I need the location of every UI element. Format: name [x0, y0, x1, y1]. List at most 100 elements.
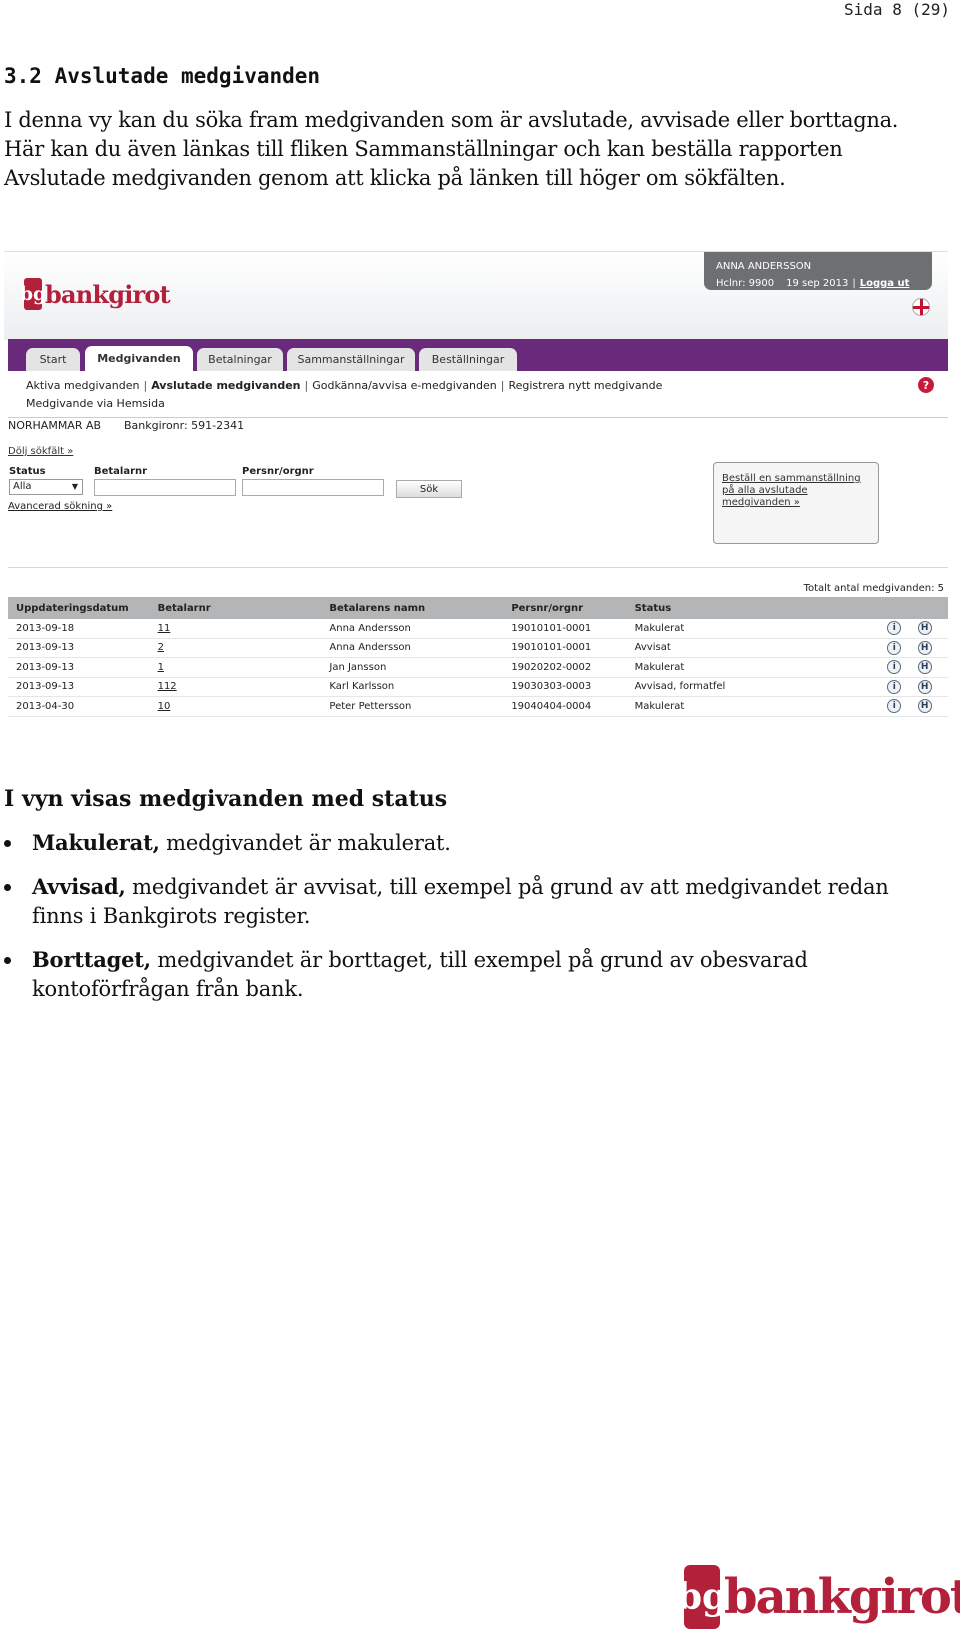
tab-medgivanden[interactable]: Medgivanden	[85, 346, 193, 371]
info-icon[interactable]: i	[887, 640, 902, 655]
history-icon[interactable]: H	[917, 621, 932, 636]
tab-start[interactable]: Start	[26, 348, 80, 371]
status-label: Status	[9, 466, 46, 477]
advanced-search-link[interactable]: Avancerad sökning »	[8, 501, 112, 512]
results-table: Uppdateringsdatum Betalarnr Betalarens n…	[8, 597, 948, 717]
header-namn[interactable]: Betalarens namn	[329, 597, 512, 619]
status-select-value: Alla	[13, 481, 32, 492]
header-bar: bg bankgirot ANNA ANDERSSON Hclnr: 9900 1…	[4, 251, 948, 340]
info-icon[interactable]: i	[887, 621, 902, 636]
table-header-row: Uppdateringsdatum Betalarnr Betalarens n…	[8, 597, 948, 619]
status-list: Makulerat, medgivandet är makulerat. Avv…	[0, 828, 945, 1018]
cell-namn: Karl Karlsson	[329, 677, 512, 697]
user-separator: |	[852, 278, 856, 289]
tab-betalningar[interactable]: Betalningar	[197, 348, 283, 371]
cell-betalarnr[interactable]: 112	[157, 677, 330, 697]
cell-datum: 2013-09-18	[8, 619, 158, 639]
cell-betalarnr[interactable]: 2	[157, 638, 330, 658]
history-icon[interactable]: H	[917, 660, 932, 675]
cell-status: Makulerat	[634, 657, 888, 678]
tab-sammanstallningar[interactable]: Sammanställningar	[287, 348, 415, 371]
cell-persnr: 19030303-0003	[511, 677, 635, 697]
subnav-separator: |	[304, 379, 309, 392]
cell-status: Makulerat	[634, 619, 888, 639]
persnr-input[interactable]	[242, 479, 384, 496]
subnav-avslutade[interactable]: Avslutade medgivanden	[151, 379, 300, 392]
hclnr: Hclnr: 9900	[716, 278, 775, 289]
status-description: medgivandet är makulerat.	[159, 831, 451, 855]
table-row: 2013-09-13 112 Karl Karlsson 19030303-00…	[8, 677, 948, 697]
order-report-box: Beställ en sammanställning på alla avslu…	[713, 462, 879, 544]
header-status[interactable]: Status	[634, 597, 888, 619]
status-term: Borttaget,	[32, 947, 151, 972]
history-icon[interactable]: H	[917, 679, 932, 694]
info-icon[interactable]: i	[887, 660, 902, 675]
status-description: medgivandet är avvisat, till exempel på …	[32, 875, 889, 928]
divider	[8, 567, 948, 568]
subnav-hemsida[interactable]: Medgivande via Hemsida	[26, 397, 165, 410]
cell-status: Makulerat	[634, 696, 888, 717]
screenshot: bg bankgirot ANNA ANDERSSON Hclnr: 9900 1…	[4, 251, 948, 717]
tab-bestallningar[interactable]: Beställningar	[419, 348, 517, 371]
info-icon[interactable]: i	[887, 699, 902, 714]
logout-link[interactable]: Logga ut	[860, 278, 910, 289]
cell-namn: Jan Jansson	[329, 657, 512, 678]
table-row: 2013-09-13 2 Anna Andersson 19010101-000…	[8, 638, 948, 658]
status-term: Makulerat,	[32, 830, 160, 855]
header-history	[917, 597, 948, 619]
subnav-registrera[interactable]: Registrera nytt medgivande	[508, 379, 662, 392]
table-row: 2013-09-13 1 Jan Jansson 19020202-0002 M…	[8, 657, 948, 678]
english-flag-icon[interactable]	[912, 298, 930, 316]
header-info	[887, 597, 918, 619]
help-icon[interactable]: ?	[918, 377, 934, 393]
cell-status: Avvisat	[634, 638, 888, 658]
status-select[interactable]: Alla ▼	[9, 479, 83, 495]
subnav-separator: |	[500, 379, 505, 392]
order-report-link[interactable]: Beställ en sammanställning på alla avslu…	[722, 473, 861, 508]
company-name: NORHAMMAR AB	[8, 419, 102, 432]
hide-search-link[interactable]: Dölj sökfält »	[8, 446, 73, 457]
cell-betalarnr[interactable]: 1	[157, 657, 330, 678]
header-datum[interactable]: Uppdateringsdatum	[8, 597, 158, 619]
cell-persnr: 19040404-0004	[511, 696, 635, 717]
dropdown-arrow-icon: ▼	[71, 482, 78, 491]
footer-logo-text: bankgirot	[724, 1569, 960, 1625]
user-box: ANNA ANDERSSON Hclnr: 9900 19 sep 2013 | Lo…	[704, 252, 932, 290]
info-icon[interactable]: i	[887, 679, 902, 694]
cell-namn: Anna Andersson	[329, 638, 512, 658]
login-date: 19 sep 2013	[786, 278, 849, 289]
page-number: Sida 8 (29)	[844, 0, 950, 19]
status-heading: I vyn visas medgivanden med status	[4, 786, 448, 812]
bankgiro-number: Bankgironr: 591-2341	[124, 419, 245, 432]
list-item: Makulerat, medgivandet är makulerat.	[0, 828, 945, 858]
cell-datum: 2013-09-13	[8, 677, 158, 697]
intro-paragraph: I denna vy kan du söka fram medgivanden …	[4, 108, 899, 190]
cell-namn: Anna Andersson	[329, 619, 512, 639]
footer-logo: bg bankgirot	[677, 1565, 960, 1629]
betalarnr-input[interactable]	[94, 479, 236, 496]
status-term: Avvisad,	[32, 874, 126, 899]
logo-text: bankgirot	[45, 279, 171, 309]
table-row: 2013-04-30 10 Peter Pettersson 19040404-…	[8, 696, 948, 717]
cell-betalarnr[interactable]: 11	[157, 619, 330, 639]
cell-persnr: 19020202-0002	[511, 657, 635, 678]
sub-nav: Aktiva medgivanden | Avslutade medgivanden…	[8, 371, 948, 418]
logo-mark: bg	[20, 278, 46, 310]
subnav-godkanna[interactable]: Godkänna/avvisa e-medgivanden	[312, 379, 497, 392]
bankgirot-logo[interactable]: bg bankgirot	[20, 278, 171, 310]
cell-betalarnr[interactable]: 10	[157, 696, 330, 717]
cell-persnr: 19010101-0001	[511, 619, 635, 639]
subnav-separator: |	[143, 379, 148, 392]
header-betalarnr[interactable]: Betalarnr	[157, 597, 330, 619]
main-nav: Start Medgivanden Betalningar Sammanstäl…	[8, 339, 948, 371]
search-button[interactable]: Sök	[396, 480, 462, 498]
table-row: 2013-09-18 11 Anna Andersson 19010101-00…	[8, 619, 948, 639]
history-icon[interactable]: H	[917, 699, 932, 714]
header-persnr[interactable]: Persnr/orgnr	[511, 597, 635, 619]
total-count: Totalt antal medgivanden: 5	[803, 583, 944, 594]
persnr-label: Persnr/orgnr	[242, 466, 314, 477]
history-icon[interactable]: H	[917, 640, 932, 655]
cell-namn: Peter Pettersson	[329, 696, 512, 717]
subnav-aktiva[interactable]: Aktiva medgivanden	[26, 379, 139, 392]
user-name: ANNA ANDERSSON	[716, 261, 812, 272]
